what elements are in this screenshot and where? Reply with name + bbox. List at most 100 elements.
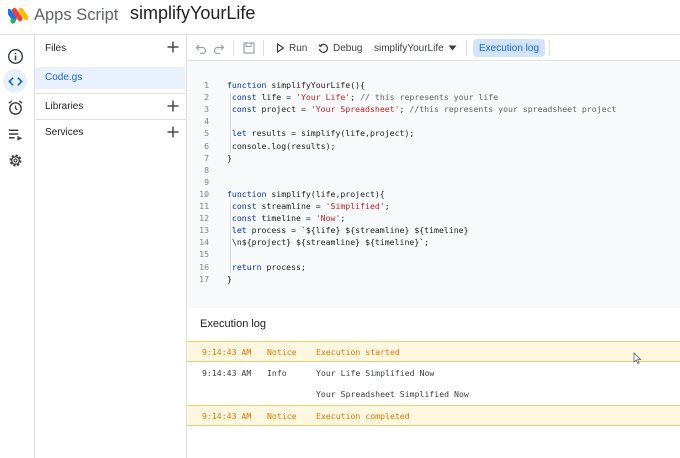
gear-icon bbox=[9, 154, 21, 166]
code-token: function bbox=[227, 80, 267, 90]
line-number: 17 bbox=[199, 273, 209, 284]
left-nav-rail bbox=[0, 35, 35, 458]
code-token: 'Your Spreadsheet' bbox=[310, 104, 400, 115]
file-name: Code.gs bbox=[45, 72, 83, 83]
debug-button[interactable]: Debug bbox=[318, 35, 362, 61]
log-time: 9:14:43 AM bbox=[202, 368, 252, 378]
code-token: process; bbox=[261, 261, 306, 272]
code-line[interactable]: 16 return process; bbox=[187, 262, 680, 274]
libraries-label: Libraries bbox=[45, 101, 84, 112]
code-text: const streamline = 'Simplified'; bbox=[227, 201, 390, 211]
redo-icon[interactable] bbox=[213, 42, 225, 54]
app-name[interactable]: Apps Script bbox=[34, 6, 118, 25]
code-line[interactable]: 3 const project = 'Your Spreadsheet'; //… bbox=[187, 104, 680, 116]
code-token: let bbox=[227, 128, 247, 139]
code-token: project = bbox=[256, 104, 311, 115]
toolbar-separator bbox=[233, 40, 234, 56]
code-token: ; bbox=[384, 201, 390, 211]
code-line[interactable]: 2 const life = 'Your Life'; // this repr… bbox=[187, 92, 680, 104]
line-number: 3 bbox=[204, 104, 209, 115]
run-button[interactable]: Run bbox=[276, 35, 307, 61]
code-text: let results = simplify(life,project); bbox=[227, 128, 414, 138]
code-line[interactable]: 1 function simplifyYourLife(){ bbox=[187, 80, 680, 92]
line-number: 16 bbox=[199, 261, 209, 272]
toolbar-separator bbox=[549, 40, 550, 56]
code-token: } bbox=[227, 273, 232, 284]
code-line[interactable]: 13 let process = `${life} ${streamline} … bbox=[187, 225, 680, 237]
code-text: const life = 'Your Life'; // this repres… bbox=[227, 92, 498, 102]
add-service-plus-icon[interactable] bbox=[167, 126, 179, 138]
code-line[interactable]: 4 bbox=[187, 116, 680, 128]
log-message: Execution completed bbox=[316, 411, 410, 421]
line-number: 7 bbox=[204, 152, 209, 163]
code-editor[interactable]: 1 function simplifyYourLife(){2 const lif… bbox=[187, 62, 680, 308]
log-severity: Info bbox=[267, 368, 287, 378]
code-line[interactable]: 6 console.log(results); bbox=[187, 141, 680, 153]
top-bar: Apps Script simplifyYourLife bbox=[0, 0, 680, 35]
file-item-code-gs[interactable]: Code.gs bbox=[35, 67, 185, 89]
line-number: 6 bbox=[204, 140, 209, 151]
code-token: const bbox=[227, 213, 257, 224]
code-line[interactable]: 8 bbox=[187, 165, 680, 177]
add-library-plus-icon[interactable] bbox=[167, 100, 179, 112]
log-row: 9:14:43 AM Notice Execution completed bbox=[187, 405, 680, 426]
code-token: //this represents your spreadsheet proje… bbox=[409, 104, 617, 115]
code-token: streamline = bbox=[256, 201, 326, 211]
code-line[interactable]: 7} bbox=[187, 153, 680, 165]
rail-item-executions[interactable] bbox=[3, 122, 27, 146]
debug-icon bbox=[318, 43, 328, 53]
apps-script-logo-icon[interactable] bbox=[8, 5, 30, 25]
code-text: const timeline = 'Now'; bbox=[227, 213, 345, 223]
code-text: } bbox=[227, 274, 232, 284]
code-icon bbox=[7, 76, 23, 86]
line-number: 15 bbox=[199, 249, 209, 260]
toolbar-separator bbox=[263, 40, 264, 56]
save-icon[interactable] bbox=[243, 42, 255, 54]
code-line[interactable]: 14 \n${project} ${streamline} ${timeline… bbox=[187, 237, 680, 249]
log-row: 9:14:43 AM Info Your Life Simplified Now bbox=[187, 363, 680, 384]
function-select[interactable]: simplifyYourLife bbox=[374, 35, 461, 61]
code-token: const bbox=[227, 104, 257, 115]
code-text: let process = `${life} ${streamline} ${t… bbox=[227, 225, 469, 235]
code-line[interactable]: 15 bbox=[187, 249, 680, 261]
line-number: 11 bbox=[199, 201, 209, 211]
rail-item-editor[interactable] bbox=[3, 69, 27, 93]
code-text: function simplify(life,project){ bbox=[227, 189, 385, 199]
code-token: \n${project} ${streamline} ${timeline}`; bbox=[227, 237, 430, 248]
line-number: 4 bbox=[204, 116, 209, 127]
editor-toolbar: Run Debug simplifyYourLife Execution log bbox=[187, 35, 680, 61]
rail-item-triggers[interactable] bbox=[3, 95, 27, 119]
debug-label: Debug bbox=[333, 42, 363, 54]
undo-icon[interactable] bbox=[195, 42, 207, 54]
code-line[interactable]: 17} bbox=[187, 274, 680, 286]
code-text: return process; bbox=[227, 262, 306, 272]
project-title[interactable]: simplifyYourLife bbox=[130, 3, 255, 24]
toolbar-separator bbox=[466, 40, 467, 56]
code-line[interactable]: 12 const timeline = 'Now'; bbox=[187, 213, 680, 225]
code-token: simplifyYourLife(){ bbox=[266, 80, 366, 90]
code-token: ; bbox=[399, 104, 410, 115]
code-token: console.log(results); bbox=[227, 140, 336, 151]
line-number: 13 bbox=[199, 225, 209, 236]
code-token: 'Simplified' bbox=[325, 201, 385, 211]
code-text: } bbox=[227, 153, 232, 163]
code-token: function bbox=[227, 188, 267, 199]
log-row: 9:14:43 AM Notice Execution started bbox=[187, 341, 680, 362]
code-token: timeline = bbox=[256, 213, 316, 224]
code-token: const bbox=[227, 92, 257, 103]
code-line[interactable]: 11 const streamline = 'Simplified'; bbox=[187, 201, 680, 213]
add-file-plus-icon[interactable] bbox=[167, 41, 179, 53]
code-line[interactable]: 5 let results = simplify(life,project); bbox=[187, 128, 680, 140]
code-line[interactable]: 9 bbox=[187, 177, 680, 189]
line-number: 8 bbox=[204, 164, 209, 175]
rail-item-overview[interactable] bbox=[3, 44, 27, 68]
line-number: 5 bbox=[204, 128, 209, 139]
line-number: 10 bbox=[199, 188, 209, 199]
code-token: ; bbox=[350, 92, 361, 103]
execution-log-title: Execution log bbox=[200, 318, 267, 330]
files-label: Files bbox=[45, 43, 67, 54]
execution-log-button[interactable]: Execution log bbox=[473, 39, 545, 57]
rail-item-settings[interactable] bbox=[3, 148, 27, 172]
log-row: Your Spreadsheet Simplified Now bbox=[187, 384, 680, 405]
code-line[interactable]: 10 function simplify(life,project){ bbox=[187, 189, 680, 201]
